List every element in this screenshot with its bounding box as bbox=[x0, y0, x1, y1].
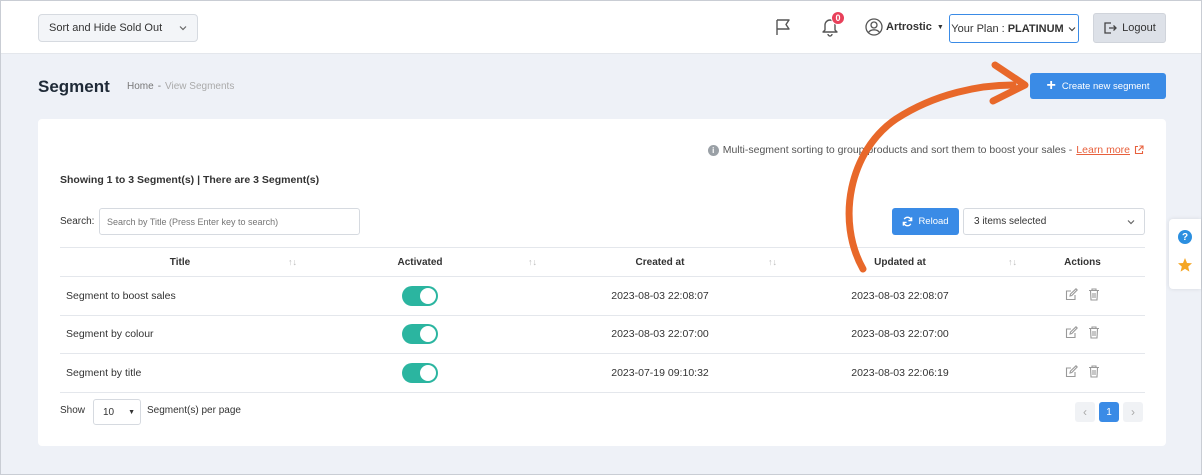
columns-select[interactable]: 3 items selected bbox=[963, 208, 1145, 235]
chevron-right-icon: › bbox=[1131, 405, 1135, 419]
created-at: 2023-07-19 09:10:32 bbox=[540, 353, 780, 393]
segments-card: i Multi-segment sorting to group product… bbox=[38, 119, 1166, 446]
header-activated-label: Activated bbox=[397, 256, 443, 268]
info-icon: i bbox=[707, 144, 719, 156]
actions-cell bbox=[1020, 315, 1145, 354]
sort-icon[interactable]: ↑↓ bbox=[528, 257, 537, 267]
edit-icon[interactable] bbox=[1065, 287, 1078, 301]
created-at: 2023-08-03 22:07:00 bbox=[540, 315, 780, 354]
table-row: Segment to boost sales 2023-08-03 22:08:… bbox=[60, 276, 1145, 316]
plan-selector[interactable]: Your Plan : PLATINUM bbox=[949, 14, 1079, 43]
edit-icon[interactable] bbox=[1065, 326, 1078, 339]
side-widget: ? bbox=[1169, 219, 1201, 289]
activated-cell bbox=[300, 276, 540, 316]
page-size-value: 10 bbox=[103, 406, 115, 418]
activated-cell bbox=[300, 353, 540, 393]
create-button-label: Create new segment bbox=[1061, 80, 1150, 92]
header-created-label: Created at bbox=[635, 256, 685, 268]
sort-hide-sold-out-select[interactable]: Sort and Hide Sold Out bbox=[38, 14, 198, 42]
created-at: 2023-08-03 22:08:07 bbox=[540, 276, 780, 316]
reload-label: Reload bbox=[918, 216, 949, 227]
refresh-icon bbox=[903, 216, 913, 227]
header-updated-label: Updated at bbox=[874, 256, 926, 268]
logout-label: Logout bbox=[1122, 22, 1156, 34]
header-title-label: Title bbox=[169, 256, 191, 268]
learn-more-link[interactable]: Learn more bbox=[1076, 144, 1130, 156]
plan-value: PLATINUM bbox=[1007, 22, 1064, 35]
header-actions-label: Actions bbox=[1064, 256, 1101, 268]
chevron-left-icon: ‹ bbox=[1083, 405, 1087, 419]
table-row: Segment by colour 2023-08-03 22:07:00 20… bbox=[60, 315, 1145, 354]
column-header-created-at[interactable]: Created at ↑↓ bbox=[540, 247, 780, 277]
table-row: Segment by title 2023-07-19 09:10:32 202… bbox=[60, 353, 1145, 393]
breadcrumb-current: View Segments bbox=[165, 81, 235, 92]
showing-summary: Showing 1 to 3 Segment(s) | There are 3 … bbox=[60, 174, 320, 186]
actions-cell bbox=[1020, 353, 1145, 393]
segment-title[interactable]: Segment by colour bbox=[60, 315, 300, 354]
pagination-page-button[interactable]: 1 bbox=[1099, 402, 1119, 422]
breadcrumb: Home - View Segments bbox=[127, 81, 234, 92]
sort-icon[interactable]: ↑↓ bbox=[1008, 257, 1017, 267]
trash-icon[interactable] bbox=[1088, 326, 1100, 339]
column-header-activated[interactable]: Activated ↑↓ bbox=[300, 247, 540, 277]
search-label: Search: bbox=[60, 216, 95, 227]
breadcrumb-separator: - bbox=[157, 81, 162, 92]
user-name: Artrostic bbox=[886, 21, 932, 33]
edit-icon[interactable] bbox=[1065, 364, 1078, 378]
page-title: Segment bbox=[38, 77, 110, 96]
help-icon[interactable]: ? bbox=[1178, 230, 1192, 244]
external-link-icon[interactable] bbox=[1134, 145, 1144, 155]
reload-button[interactable]: Reload bbox=[892, 208, 959, 235]
page-size-select[interactable]: 10 ▼ bbox=[93, 399, 141, 425]
breadcrumb-home[interactable]: Home bbox=[127, 81, 154, 92]
activated-toggle[interactable] bbox=[402, 285, 438, 306]
trash-icon[interactable] bbox=[1088, 288, 1100, 301]
user-menu[interactable]: Artrostic ▼ bbox=[865, 18, 944, 36]
search-input[interactable] bbox=[99, 208, 360, 235]
updated-at: 2023-08-03 22:08:07 bbox=[780, 276, 1020, 316]
activated-cell bbox=[300, 315, 540, 354]
plan-label: Your Plan : bbox=[951, 22, 1005, 35]
logout-button[interactable]: Logout bbox=[1093, 13, 1166, 43]
segment-title[interactable]: Segment by title bbox=[60, 353, 300, 393]
per-page-label: Segment(s) per page bbox=[147, 405, 241, 416]
activated-toggle[interactable] bbox=[402, 362, 438, 383]
actions-cell bbox=[1020, 276, 1145, 316]
caret-down-icon: ▼ bbox=[936, 23, 944, 31]
chevron-down-icon bbox=[179, 26, 187, 31]
chevron-down-icon bbox=[1068, 26, 1076, 31]
column-header-updated-at[interactable]: Updated at ↑↓ bbox=[780, 247, 1020, 277]
info-line: i Multi-segment sorting to group product… bbox=[707, 144, 1144, 156]
updated-at: 2023-08-03 22:07:00 bbox=[780, 315, 1020, 354]
info-text: Multi-segment sorting to group products … bbox=[722, 144, 1073, 156]
column-header-actions: Actions bbox=[1020, 247, 1145, 277]
star-icon[interactable] bbox=[1177, 257, 1193, 273]
sort-icon[interactable]: ↑↓ bbox=[768, 257, 777, 267]
activated-toggle[interactable] bbox=[402, 324, 438, 345]
user-avatar-icon bbox=[865, 18, 883, 36]
chevron-down-icon bbox=[1127, 220, 1135, 225]
column-header-title[interactable]: Title ↑↓ bbox=[60, 247, 300, 277]
trash-icon[interactable] bbox=[1088, 365, 1100, 378]
caret-down-icon: ▼ bbox=[128, 408, 136, 416]
plus-icon: + bbox=[1046, 77, 1056, 94]
pagination-prev-button[interactable]: ‹ bbox=[1075, 402, 1095, 422]
notification-badge: 0 bbox=[831, 11, 845, 25]
logout-icon bbox=[1104, 22, 1118, 34]
updated-at: 2023-08-03 22:06:19 bbox=[780, 353, 1020, 393]
sort-select-label: Sort and Hide Sold Out bbox=[49, 22, 163, 34]
columns-select-value: 3 items selected bbox=[974, 216, 1047, 227]
create-new-segment-button[interactable]: + Create new segment bbox=[1030, 73, 1166, 99]
pagination-next-button[interactable]: › bbox=[1123, 402, 1143, 422]
segment-title[interactable]: Segment to boost sales bbox=[60, 276, 300, 316]
table-header-row: Title ↑↓ Activated ↑↓ Created at ↑↓ Updated… bbox=[60, 247, 1145, 277]
segments-table: Title ↑↓ Activated ↑↓ Created at ↑↓ Updated… bbox=[60, 247, 1145, 393]
flag-icon[interactable] bbox=[773, 17, 793, 37]
show-label: Show bbox=[60, 405, 86, 416]
top-bar: Sort and Hide Sold Out 0 Artrostic ▼ You… bbox=[1, 1, 1201, 54]
sort-icon[interactable]: ↑↓ bbox=[288, 257, 297, 267]
